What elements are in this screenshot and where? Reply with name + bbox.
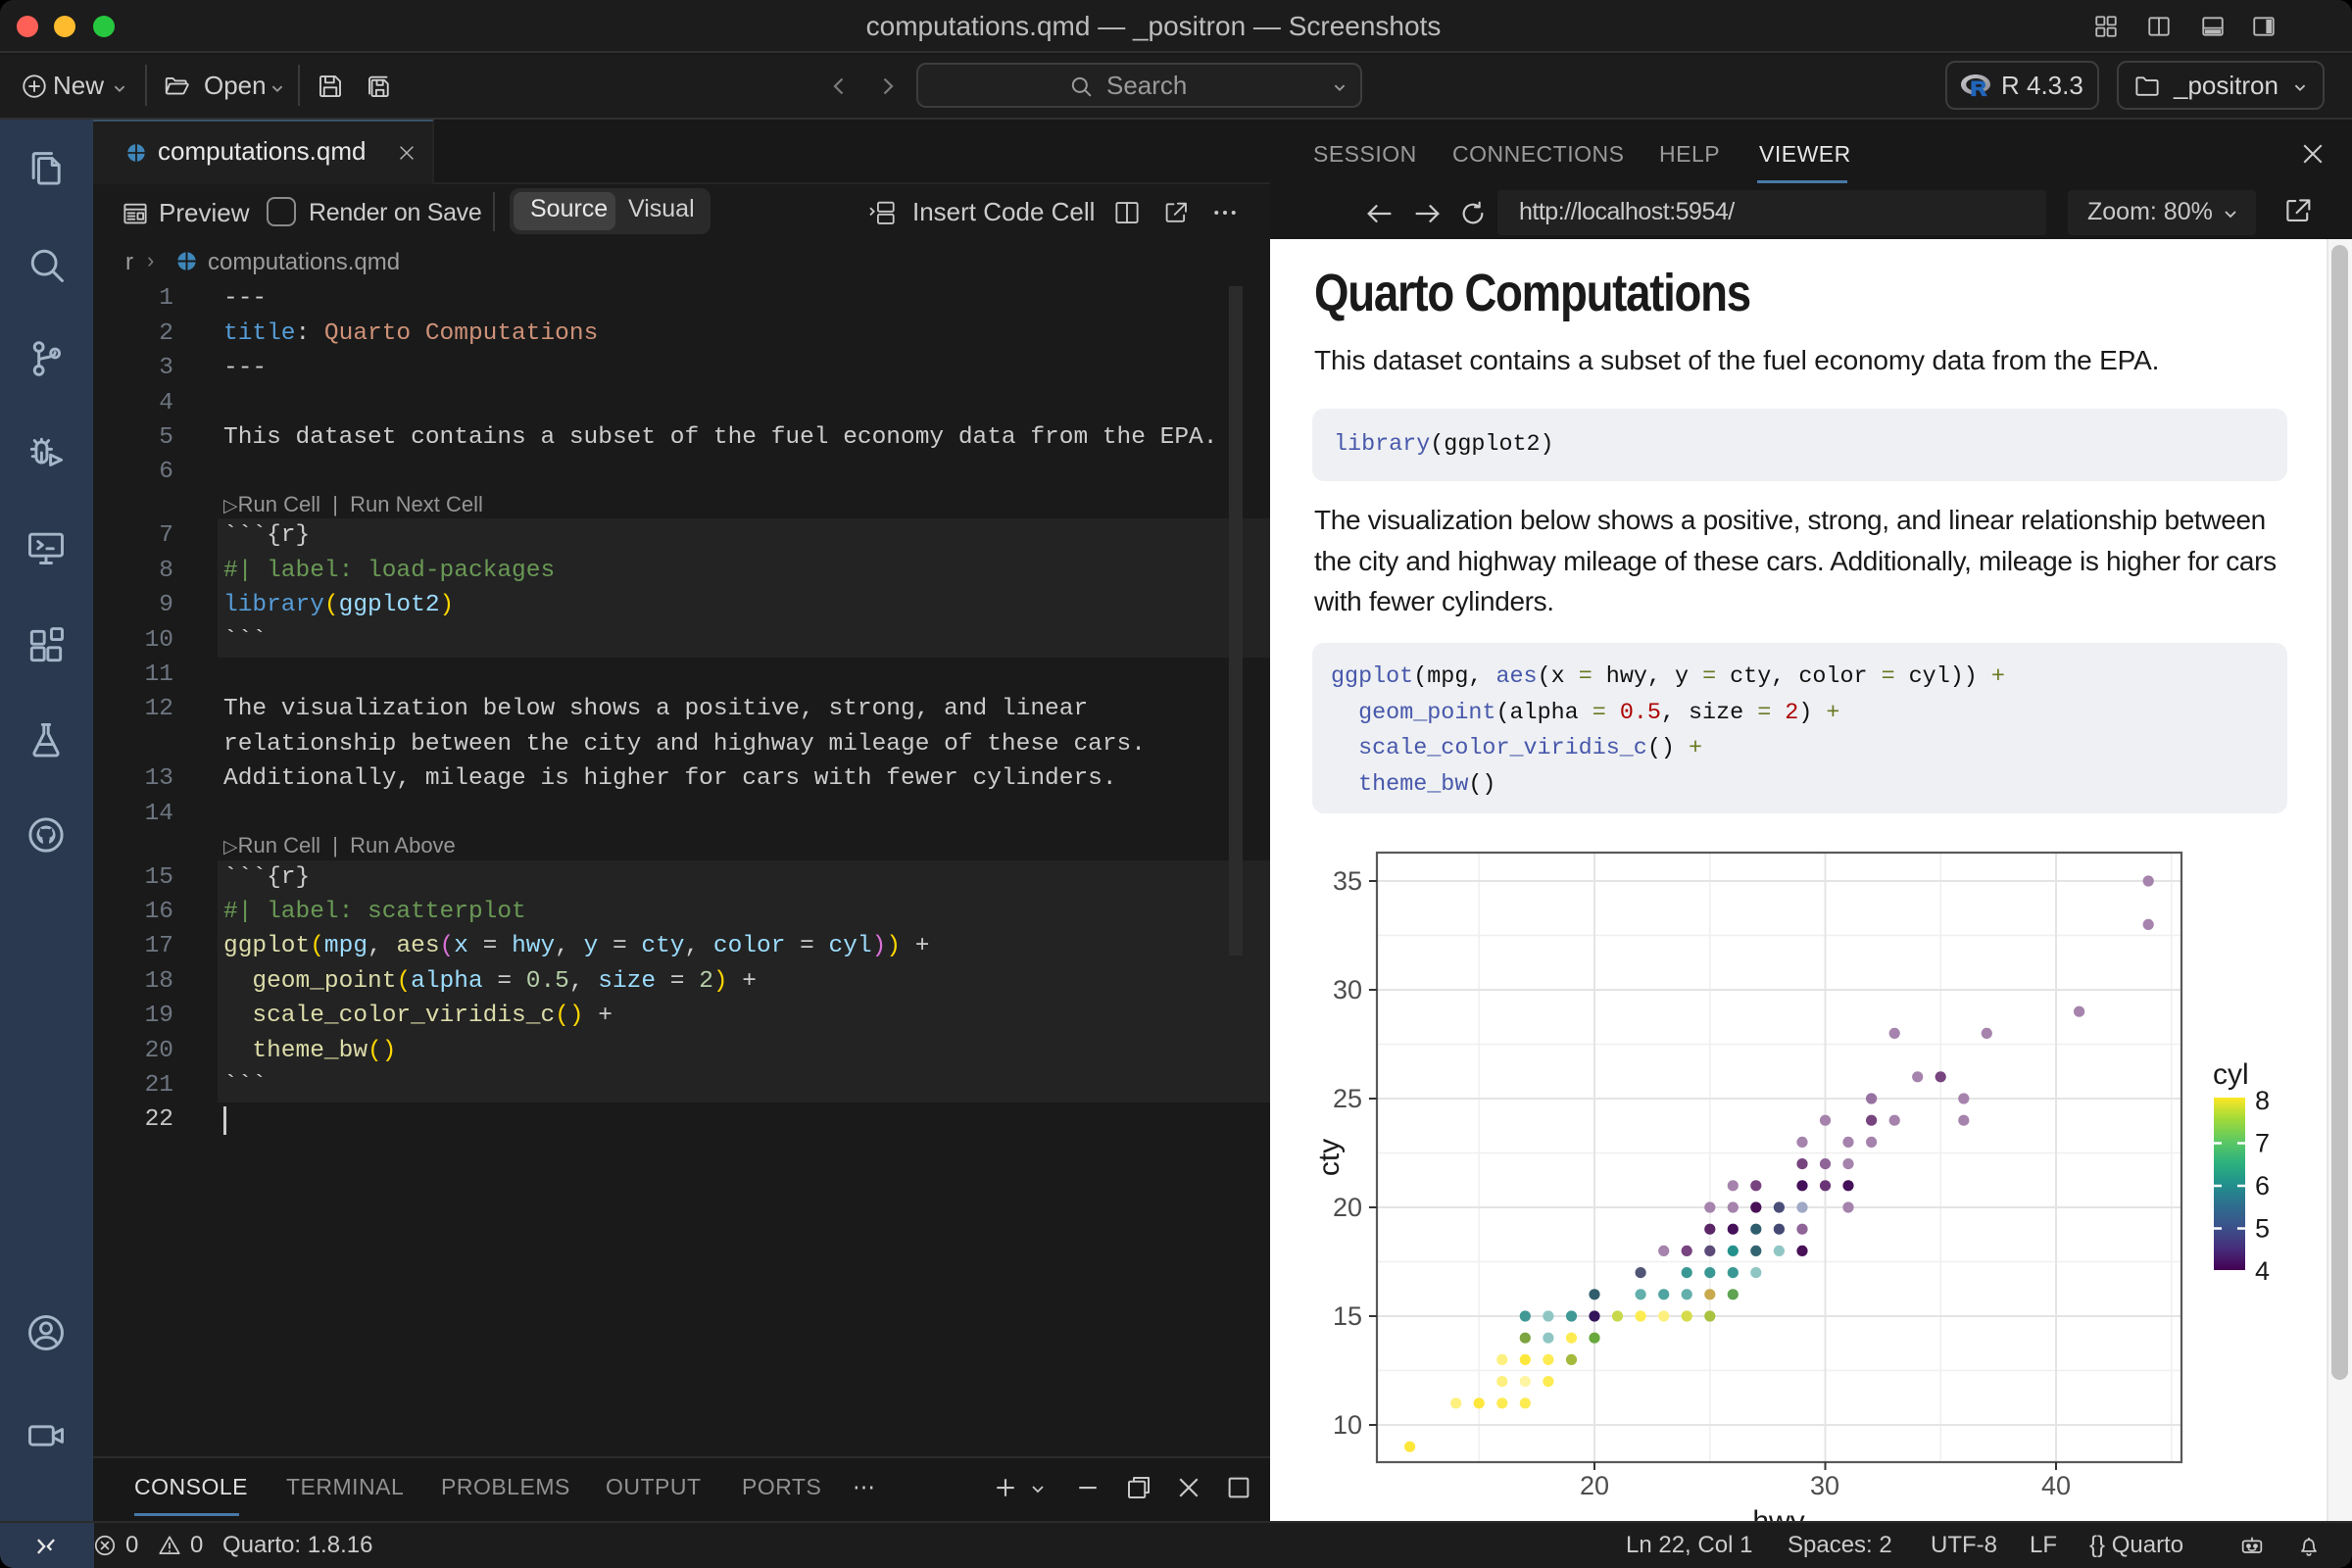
svg-text:40: 40 <box>2041 1471 2071 1500</box>
svg-text:7: 7 <box>2255 1129 2270 1158</box>
svg-text:15: 15 <box>1333 1301 1362 1331</box>
svg-text:35: 35 <box>1333 866 1362 896</box>
svg-text:10: 10 <box>1333 1410 1362 1440</box>
svg-text:30: 30 <box>1810 1471 1839 1500</box>
svg-text:5: 5 <box>2255 1214 2270 1244</box>
svg-text:cyl: cyl <box>2213 1058 2249 1091</box>
svg-text:6: 6 <box>2255 1171 2270 1200</box>
svg-text:20: 20 <box>1333 1193 1362 1222</box>
svg-text:8: 8 <box>2255 1086 2270 1115</box>
svg-text:cty: cty <box>1313 1139 1346 1176</box>
svg-text:30: 30 <box>1333 975 1362 1004</box>
svg-text:20: 20 <box>1580 1471 1609 1500</box>
svg-text:4: 4 <box>2255 1256 2270 1286</box>
svg-text:25: 25 <box>1333 1084 1362 1113</box>
